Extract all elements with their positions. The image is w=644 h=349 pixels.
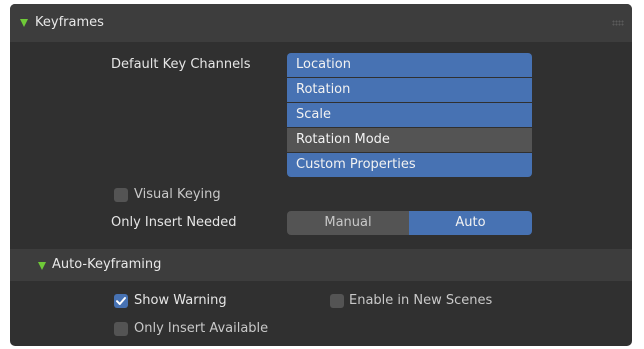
- checkmark-icon: [116, 297, 126, 305]
- drag-grip-icon[interactable]: [612, 20, 624, 26]
- only-insert-needed-label: Only Insert Needed: [111, 215, 237, 230]
- panel-title: Keyframes: [35, 15, 104, 30]
- auto-keyframing-subpanel-header[interactable]: Auto-Keyframing: [10, 249, 632, 281]
- show-warning-label: Show Warning: [134, 293, 227, 308]
- only-insert-available-label: Only Insert Available: [134, 321, 269, 336]
- only-insert-needed-auto-button[interactable]: Auto: [409, 211, 532, 235]
- visual-keying-label: Visual Keying: [134, 187, 221, 202]
- channel-rotation-mode[interactable]: Rotation Mode: [287, 128, 532, 152]
- only-insert-needed-manual-button[interactable]: Manual: [287, 211, 409, 235]
- channel-location[interactable]: Location: [287, 53, 532, 77]
- enable-in-new-scenes-checkbox[interactable]: [330, 294, 344, 308]
- keyframes-panel: Keyframes Default Key Channels Location …: [10, 4, 632, 346]
- show-warning-checkbox[interactable]: [114, 294, 128, 308]
- channel-custom-properties[interactable]: Custom Properties: [287, 153, 532, 177]
- visual-keying-checkbox[interactable]: [114, 188, 128, 202]
- channel-rotation[interactable]: Rotation: [287, 78, 532, 102]
- disclosure-triangle-icon: [38, 262, 46, 270]
- default-key-channels-label: Default Key Channels: [111, 57, 251, 72]
- subpanel-title: Auto-Keyframing: [52, 257, 162, 272]
- disclosure-triangle-icon: [20, 19, 28, 27]
- channel-scale[interactable]: Scale: [287, 103, 532, 127]
- enable-in-new-scenes-label: Enable in New Scenes: [349, 293, 493, 308]
- only-insert-available-checkbox[interactable]: [114, 322, 128, 336]
- keyframes-panel-header[interactable]: Keyframes: [10, 4, 632, 42]
